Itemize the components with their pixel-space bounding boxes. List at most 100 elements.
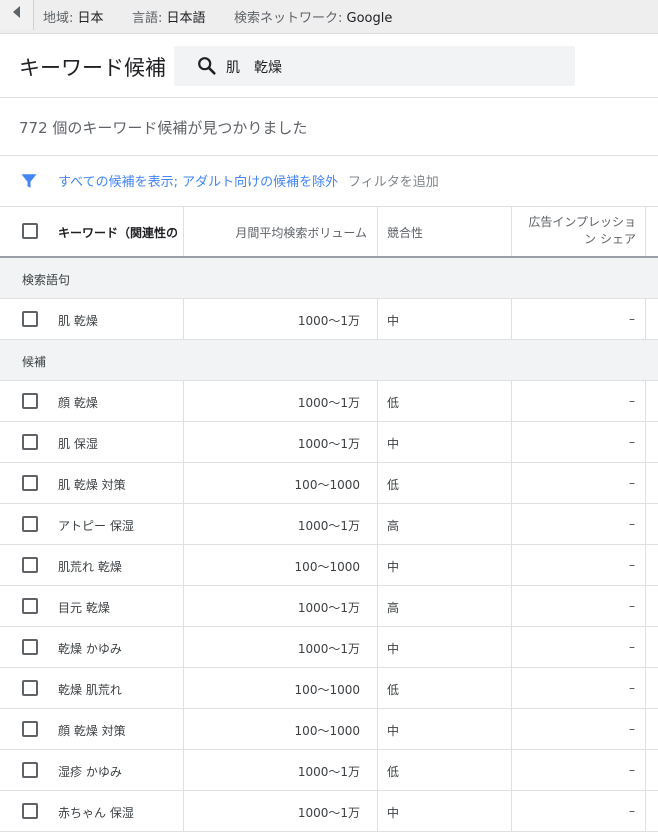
- row-checkbox[interactable]: [22, 721, 38, 737]
- competition-text: 低: [387, 478, 400, 492]
- keyword-cell: 肌 保湿: [50, 422, 184, 462]
- row-checkbox[interactable]: [22, 803, 38, 819]
- page-header: キーワード候補 肌 乾燥: [0, 34, 658, 98]
- filter-icon[interactable]: [20, 172, 38, 190]
- impression-share-cell: –: [512, 381, 646, 421]
- table-row[interactable]: 肌荒れ 乾燥 100〜1000 中 –: [0, 545, 658, 586]
- col-overflow: [646, 207, 658, 256]
- back-arrow-icon: [13, 6, 20, 18]
- table-row[interactable]: 乾燥 肌荒れ 100〜1000 低 –: [0, 668, 658, 709]
- competition-text: 中: [387, 437, 400, 451]
- search-icon: [198, 57, 216, 75]
- keyword-text: 乾燥 かゆみ: [58, 642, 122, 656]
- keyword-cell: 肌荒れ 乾燥: [50, 545, 184, 585]
- table-row[interactable]: 肌 乾燥 対策 100〜1000 低 –: [0, 463, 658, 504]
- table-row[interactable]: 顔 乾燥 1000〜1万 低 –: [0, 381, 658, 422]
- select-all-cell: [0, 207, 50, 256]
- volume-cell: 1000〜1万: [184, 422, 378, 462]
- competition-cell: 高: [378, 504, 512, 544]
- competition-cell: 低: [378, 750, 512, 790]
- impression-share-cell: –: [512, 545, 646, 585]
- row-checkbox[interactable]: [22, 639, 38, 655]
- competition-cell: 中: [378, 709, 512, 749]
- competition-cell: 中: [378, 545, 512, 585]
- search-query[interactable]: 肌 乾燥: [226, 57, 282, 77]
- keyword-text: 湿疹 かゆみ: [58, 765, 122, 779]
- add-filter-button[interactable]: フィルタを追加: [348, 171, 439, 190]
- row-checkbox[interactable]: [22, 311, 38, 327]
- section-search-terms: 検索語句: [0, 258, 658, 299]
- volume-cell: 100〜1000: [184, 668, 378, 708]
- volume-text: 100〜1000: [294, 560, 360, 574]
- region-setting[interactable]: 地域: 日本: [43, 7, 104, 26]
- col-impression-share[interactable]: 広告インプレッション シェア: [512, 207, 646, 256]
- back-button[interactable]: [0, 0, 34, 30]
- table-row[interactable]: 湿疹 かゆみ 1000〜1万 低 –: [0, 750, 658, 791]
- competition-text: 高: [387, 601, 400, 615]
- table-row[interactable]: 赤ちゃん 保湿 1000〜1万 中 –: [0, 791, 658, 832]
- volume-text: 100〜1000: [294, 724, 360, 738]
- volume-cell: 1000〜1万: [184, 791, 378, 831]
- row-checkbox[interactable]: [22, 475, 38, 491]
- network-setting[interactable]: 検索ネットワーク: Google: [234, 7, 392, 26]
- competition-cell: 低: [378, 381, 512, 421]
- language-value: 日本語: [166, 11, 206, 26]
- impression-share-cell: –: [512, 627, 646, 667]
- row-checkbox[interactable]: [22, 557, 38, 573]
- impression-share-cell: –: [512, 750, 646, 790]
- select-all-checkbox[interactable]: [22, 223, 38, 239]
- col-keyword[interactable]: キーワード（関連性の: [50, 207, 184, 256]
- row-checkbox[interactable]: [22, 680, 38, 696]
- volume-text: 1000〜1万: [297, 765, 360, 779]
- competition-cell: 中: [378, 299, 512, 339]
- competition-cell: 中: [378, 422, 512, 462]
- impression-share-cell: –: [512, 791, 646, 831]
- volume-cell: 1000〜1万: [184, 627, 378, 667]
- competition-text: 中: [387, 724, 400, 738]
- keyword-text: 肌 乾燥: [58, 314, 98, 328]
- section-label: 候補: [22, 355, 47, 369]
- language-setting[interactable]: 言語: 日本語: [132, 7, 206, 26]
- keyword-cell: 顔 乾燥: [50, 381, 184, 421]
- volume-cell: 1000〜1万: [184, 750, 378, 790]
- volume-cell: 1000〜1万: [184, 504, 378, 544]
- keyword-text: 乾燥 肌荒れ: [58, 683, 122, 697]
- impression-share-text: –: [629, 558, 635, 572]
- row-checkbox[interactable]: [22, 393, 38, 409]
- keyword-cell: 乾燥 かゆみ: [50, 627, 184, 667]
- volume-text: 1000〜1万: [297, 642, 360, 656]
- volume-text: 1000〜1万: [297, 601, 360, 615]
- row-checkbox[interactable]: [22, 434, 38, 450]
- table-row[interactable]: 肌 保湿 1000〜1万 中 –: [0, 422, 658, 463]
- table-row[interactable]: 乾燥 かゆみ 1000〜1万 中 –: [0, 627, 658, 668]
- table-row[interactable]: アトピー 保湿 1000〜1万 高 –: [0, 504, 658, 545]
- keyword-text: 肌 保湿: [58, 437, 98, 451]
- keyword-text: アトピー 保湿: [58, 519, 134, 533]
- keyword-cell: 目元 乾燥: [50, 586, 184, 626]
- volume-text: 100〜1000: [294, 683, 360, 697]
- section-label: 検索語句: [22, 273, 71, 287]
- col-keyword-label: キーワード（関連性の: [58, 226, 179, 240]
- volume-cell: 1000〜1万: [184, 586, 378, 626]
- competition-text: 低: [387, 765, 400, 779]
- keyword-cell: 乾燥 肌荒れ: [50, 668, 184, 708]
- row-checkbox[interactable]: [22, 598, 38, 614]
- impression-share-text: –: [629, 435, 635, 449]
- competition-text: 中: [387, 314, 400, 328]
- volume-text: 1000〜1万: [297, 314, 360, 328]
- active-filter[interactable]: すべての候補を表示; アダルト向けの候補を除外: [58, 171, 338, 190]
- table-row[interactable]: 顔 乾燥 対策 100〜1000 中 –: [0, 709, 658, 750]
- col-competition[interactable]: 競合性: [378, 207, 512, 256]
- table-row[interactable]: 肌 乾燥 1000〜1万 中 –: [0, 299, 658, 340]
- table-row[interactable]: 目元 乾燥 1000〜1万 高 –: [0, 586, 658, 627]
- volume-cell: 100〜1000: [184, 463, 378, 503]
- col-volume[interactable]: 月間平均検索ボリューム: [184, 207, 378, 256]
- filter-bar: すべての候補を表示; アダルト向けの候補を除外 フィルタを追加: [0, 155, 658, 207]
- row-checkbox[interactable]: [22, 516, 38, 532]
- impression-share-text: –: [629, 681, 635, 695]
- keyword-search-box[interactable]: 肌 乾燥: [174, 46, 575, 86]
- network-value: Google: [346, 11, 393, 26]
- impression-share-text: –: [629, 394, 635, 408]
- row-checkbox[interactable]: [22, 762, 38, 778]
- impression-share-cell: –: [512, 504, 646, 544]
